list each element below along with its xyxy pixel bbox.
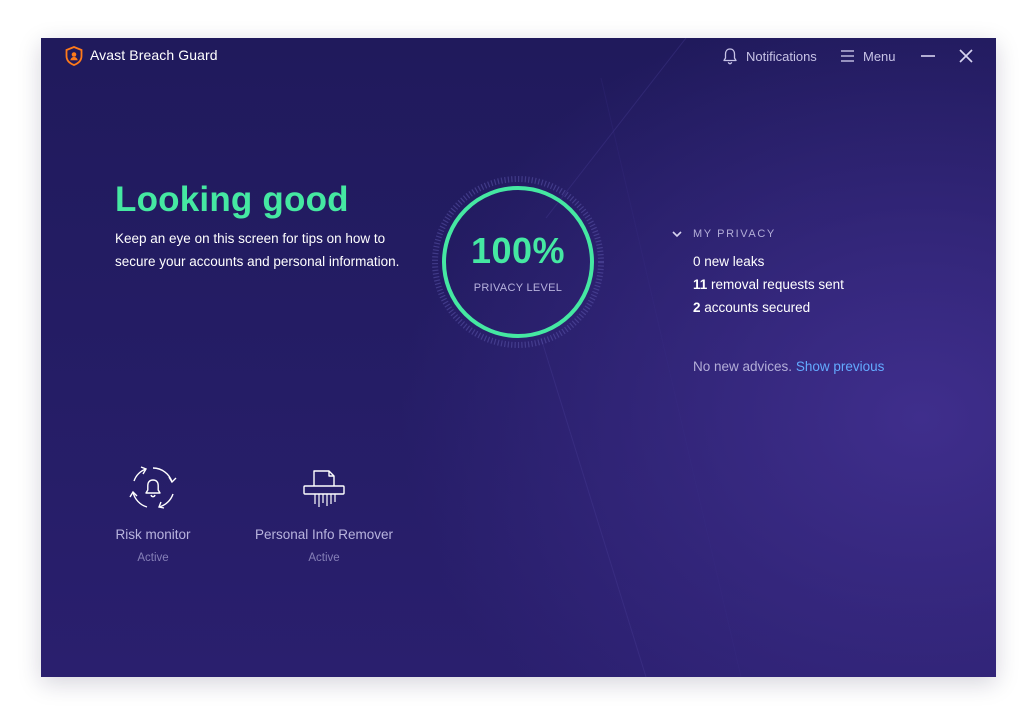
my-privacy-toggle[interactable]: MY PRIVACY	[671, 226, 776, 242]
privacy-level-label: PRIVACY LEVEL	[473, 282, 563, 294]
privacy-level-value: 100%	[470, 230, 566, 271]
background-decoration	[540, 38, 742, 677]
status-description: Keep an eye on this screen for tips on h…	[115, 231, 400, 269]
menu-label: Menu	[863, 48, 896, 64]
app-title: Avast Breach Guard	[90, 47, 218, 63]
feature-name: Risk monitor	[115, 527, 191, 542]
privacy-stats-list: 0 new leaks 11 removal requests sent 2 a…	[693, 250, 844, 319]
stat-text: removal requests sent	[711, 277, 844, 292]
show-previous-link[interactable]: Show previous	[796, 359, 885, 374]
hamburger-icon	[841, 50, 854, 62]
feature-personal-info-remover[interactable]: Personal Info Remover Active	[239, 464, 409, 564]
advice-text: No new advices.	[693, 359, 793, 374]
stat-count: 0	[693, 254, 701, 269]
privacy-level-gauge: 100% PRIVACY LEVEL	[428, 172, 608, 352]
minimize-icon[interactable]	[919, 46, 937, 66]
status-title: Looking good	[115, 180, 349, 219]
stat-accounts-secured: 2 accounts secured	[693, 296, 844, 319]
title-bar: Avast Breach Guard Notifications Menu	[41, 38, 996, 74]
chevron-down-icon	[672, 231, 682, 238]
avast-shield-icon	[65, 46, 83, 66]
bell-icon	[723, 48, 737, 65]
stat-count: 11	[693, 277, 708, 292]
stat-count: 2	[693, 300, 701, 315]
stat-text: accounts secured	[704, 300, 811, 315]
advice-line: No new advices. Show previous	[693, 359, 884, 374]
stat-text: new leaks	[704, 254, 765, 269]
feature-status: Active	[308, 552, 340, 564]
feature-status: Active	[137, 552, 169, 564]
notifications-button[interactable]: Notifications	[722, 46, 817, 66]
risk-monitor-bell-icon	[129, 466, 177, 509]
feature-risk-monitor[interactable]: Risk monitor Active	[68, 464, 238, 564]
menu-button[interactable]: Menu	[840, 46, 896, 66]
notifications-label: Notifications	[746, 48, 817, 64]
close-icon[interactable]	[957, 46, 975, 66]
feature-name: Personal Info Remover	[254, 527, 394, 542]
app-window: Avast Breach Guard Notifications Menu Lo…	[41, 38, 996, 677]
document-shredder-icon	[303, 470, 345, 507]
stat-removal-requests: 11 removal requests sent	[693, 273, 844, 296]
stat-new-leaks: 0 new leaks	[693, 250, 844, 273]
my-privacy-header: MY PRIVACY	[693, 228, 776, 240]
